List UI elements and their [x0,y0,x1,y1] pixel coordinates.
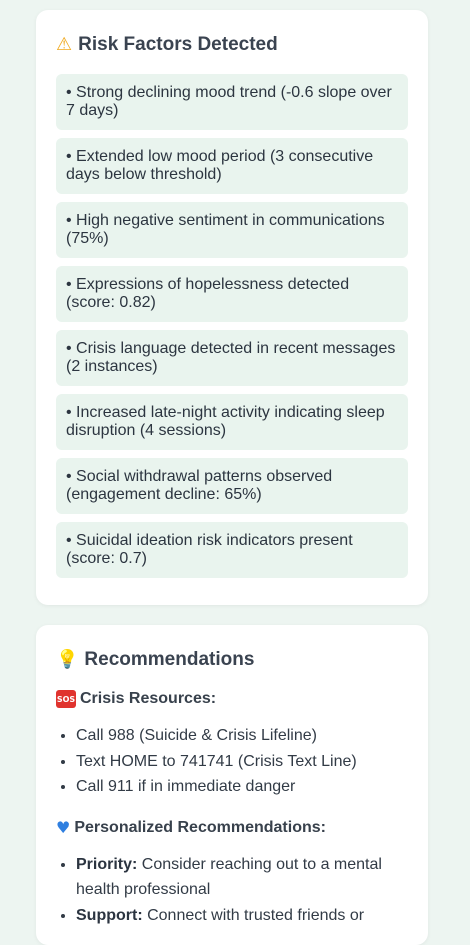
personalized-recommendations-list: Priority: Consider reaching out to a men… [56,852,408,929]
recommendations-card: 💡 Recommendations SOS Crisis Resources: … [36,625,428,945]
crisis-resources-heading: SOS Crisis Resources: [56,689,408,709]
risk-factor-item: • Expressions of hopelessness detected (… [56,266,408,322]
lightbulb-icon: 💡 [56,649,79,670]
crisis-resources-list: Call 988 (Suicide & Crisis Lifeline) Tex… [56,723,408,800]
recommendation-item: Priority: Consider reaching out to a men… [76,852,408,903]
risk-factor-item: • Suicidal ideation risk indicators pres… [56,522,408,578]
warning-icon: ⚠ [56,34,73,55]
risk-factors-card: ⚠ Risk Factors Detected • Strong declini… [36,10,428,605]
recommendations-heading: 💡 Recommendations [56,649,408,671]
personalized-recommendations-title: Personalized Recommendations: [74,818,326,836]
risk-factor-item: • Crisis language detected in recent mes… [56,330,408,386]
sos-icon: SOS [56,690,76,708]
risk-factor-item: • Social withdrawal patterns observed (e… [56,458,408,514]
crisis-resource-item: Call 911 if in immediate danger [76,774,408,800]
recommendation-label: Priority: [76,855,138,873]
risk-factor-item: • Increased late-night activity indicati… [56,394,408,450]
risk-factor-list: • Strong declining mood trend (-0.6 slop… [56,74,408,578]
risk-factor-item: • Strong declining mood trend (-0.6 slop… [56,74,408,130]
recommendation-text: Connect with trusted friends or [142,906,365,924]
recommendation-item: Support: Connect with trusted friends or [76,903,408,929]
crisis-resource-item: Text HOME to 741741 (Crisis Text Line) [76,749,408,775]
recommendations-title: Recommendations [84,649,255,670]
risk-factor-item: • High negative sentiment in communicati… [56,202,408,258]
blue-heart-icon: ♥ [56,817,71,837]
personalized-recommendations-heading: ♥ Personalized Recommendations: [56,818,408,838]
recommendation-label: Support: [76,906,143,924]
risk-factor-item: • Extended low mood period (3 consecutiv… [56,138,408,194]
risk-factors-title: Risk Factors Detected [78,34,278,55]
risk-factors-heading: ⚠ Risk Factors Detected [56,34,408,56]
crisis-resources-title: Crisis Resources: [80,690,217,707]
crisis-resource-item: Call 988 (Suicide & Crisis Lifeline) [76,723,408,749]
